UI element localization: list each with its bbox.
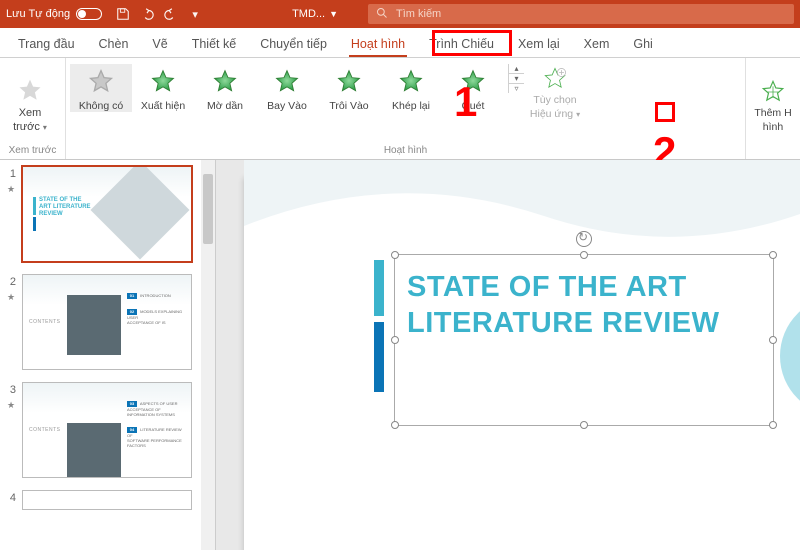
undo-icon[interactable]	[140, 7, 154, 21]
star-icon	[542, 66, 568, 92]
autosave-label: Lưu Tự động	[6, 8, 70, 20]
accent-bar-1	[374, 260, 384, 316]
resize-handle[interactable]	[391, 421, 399, 429]
star-plus-icon	[760, 79, 786, 105]
thumbnail-3-row[interactable]: 3★ CONTENTS 03 ASPECTS OF USERACCEPTANCE…	[6, 382, 215, 478]
workspace: 1★ STATE OF THEART LITERATUREREVIEW 2★ C…	[0, 160, 800, 550]
animation-gallery: Không có Xuất hiện Mờ dần Bay Vào Trôi Vào Kh…	[66, 58, 508, 114]
animation-indicator-icon: ★	[7, 184, 15, 195]
thumbnail-2[interactable]: CONTENTS 01 INTRODUCTION02 MODELS EXPLAI…	[22, 274, 192, 370]
animation-item-5[interactable]: Khép lại	[380, 64, 442, 112]
search-box[interactable]: Tìm kiếm	[368, 4, 794, 24]
tab-draw[interactable]: Vẽ	[140, 31, 179, 57]
gallery-up-button[interactable]: ▴	[509, 64, 524, 74]
thumbnail-4-row[interactable]: 4	[6, 490, 215, 510]
resize-handle[interactable]	[580, 421, 588, 429]
star-icon	[273, 68, 301, 96]
animation-item-label: Xuất hiện	[141, 100, 185, 112]
thumbnail-panel: 1★ STATE OF THEART LITERATUREREVIEW 2★ C…	[0, 160, 216, 550]
animation-item-0[interactable]: Không có	[70, 64, 132, 112]
ribbon-group-advanced: Thêm H hình	[746, 58, 800, 159]
resize-handle[interactable]	[769, 421, 777, 429]
animation-item-label: Quét	[462, 100, 485, 112]
tab-home[interactable]: Trang đầu	[6, 31, 87, 57]
star-icon	[149, 68, 177, 96]
animation-item-label: Bay Vào	[267, 100, 307, 112]
animation-item-label: Mờ dần	[207, 100, 243, 112]
effect-options-button: Tùy chọn Hiệu ứng ▾	[524, 58, 586, 120]
tab-record[interactable]: Ghi	[621, 31, 664, 57]
circle-decoration	[780, 296, 800, 416]
animation-item-3[interactable]: Bay Vào	[256, 64, 318, 112]
toggle-off-icon[interactable]	[76, 8, 102, 20]
document-name[interactable]: TMD...	[292, 8, 325, 20]
animation-item-label: Không có	[79, 100, 123, 112]
ribbon-group-preview: Xem trước ▾ Xem trước	[0, 58, 66, 159]
redo-icon[interactable]	[164, 7, 178, 21]
thumbnail-4[interactable]	[22, 490, 192, 510]
animation-indicator-icon: ★	[7, 400, 15, 411]
star-icon	[16, 77, 44, 105]
gallery-more-button[interactable]: ▿	[509, 84, 524, 93]
animation-item-6[interactable]: Quét	[442, 64, 504, 112]
preview-label-1: Xem	[19, 107, 42, 119]
qat-more-icon[interactable]: ▾	[188, 7, 202, 21]
title-textbox[interactable]: STATE OF THE ART LITERATURE REVIEW	[394, 254, 774, 426]
tab-animations[interactable]: Hoạt hình	[339, 31, 417, 57]
animation-indicator-icon: ★	[7, 292, 15, 303]
gallery-down-button[interactable]: ▾	[509, 74, 524, 84]
thumbnail-1-row[interactable]: 1★ STATE OF THEART LITERATUREREVIEW	[6, 166, 215, 262]
star-icon	[335, 68, 363, 96]
resize-handle[interactable]	[391, 251, 399, 259]
tab-view[interactable]: Xem	[572, 31, 622, 57]
thumbnail-scrollbar[interactable]	[201, 160, 215, 550]
quick-access-toolbar: ▾	[116, 7, 202, 21]
tab-review[interactable]: Xem lại	[506, 31, 572, 57]
animation-item-label: Khép lại	[392, 100, 430, 112]
accent-bar-2	[374, 322, 384, 392]
slide-1: STATE OF THE ART LITERATURE REVIEW	[244, 176, 800, 550]
add-animation-button[interactable]: Thêm H hình	[746, 71, 800, 133]
animations-group-label: Hoạt hình	[66, 145, 745, 159]
star-icon	[459, 68, 487, 96]
star-icon	[87, 68, 115, 96]
tab-transitions[interactable]: Chuyển tiếp	[248, 31, 339, 57]
save-icon[interactable]	[116, 7, 130, 21]
animation-item-label: Trôi Vào	[329, 100, 368, 112]
resize-handle[interactable]	[769, 251, 777, 259]
tab-design[interactable]: Thiết kế	[180, 31, 248, 57]
title-bar: Lưu Tự động ▾ TMD... ▼ Tìm kiếm	[0, 0, 800, 28]
animation-item-4[interactable]: Trôi Vào	[318, 64, 380, 112]
search-icon	[376, 7, 388, 22]
gallery-scroll: ▴ ▾ ▿	[508, 64, 524, 93]
ribbon-group-animations: Không có Xuất hiện Mờ dần Bay Vào Trôi Vào Kh…	[66, 58, 746, 159]
preview-label-2: trước ▾	[13, 121, 47, 133]
preview-button[interactable]: Xem trước ▾	[0, 71, 60, 133]
preview-group-label: Xem trước	[0, 145, 65, 159]
star-icon	[211, 68, 239, 96]
slide-canvas[interactable]: STATE OF THE ART LITERATURE REVIEW	[216, 160, 800, 550]
tab-insert[interactable]: Chèn	[87, 31, 141, 57]
resize-handle[interactable]	[391, 336, 399, 344]
thumbnail-2-row[interactable]: 2★ CONTENTS 01 INTRODUCTION02 MODELS EXP…	[6, 274, 215, 370]
ribbon-tabs: Trang đầu Chèn Vẽ Thiết kế Chuyển tiếp H…	[0, 28, 800, 58]
tab-slideshow[interactable]: Trình Chiếu	[417, 31, 506, 57]
autosave-toggle[interactable]: Lưu Tự động	[6, 8, 102, 20]
resize-handle[interactable]	[580, 251, 588, 259]
rotate-handle-icon[interactable]	[576, 231, 592, 247]
thumbnail-1[interactable]: STATE OF THEART LITERATUREREVIEW	[22, 166, 192, 262]
slide-title-text[interactable]: STATE OF THE ART LITERATURE REVIEW	[395, 255, 773, 356]
animation-item-1[interactable]: Xuất hiện	[132, 64, 194, 112]
resize-handle[interactable]	[769, 336, 777, 344]
thumbnail-3[interactable]: CONTENTS 03 ASPECTS OF USERACCEPTANCE OF…	[22, 382, 192, 478]
chevron-down-icon[interactable]: ▼	[329, 9, 338, 19]
search-placeholder: Tìm kiếm	[396, 8, 441, 20]
animation-item-2[interactable]: Mờ dần	[194, 64, 256, 112]
ribbon: Xem trước ▾ Xem trước Không có Xuất hiện M…	[0, 58, 800, 160]
star-icon	[397, 68, 425, 96]
